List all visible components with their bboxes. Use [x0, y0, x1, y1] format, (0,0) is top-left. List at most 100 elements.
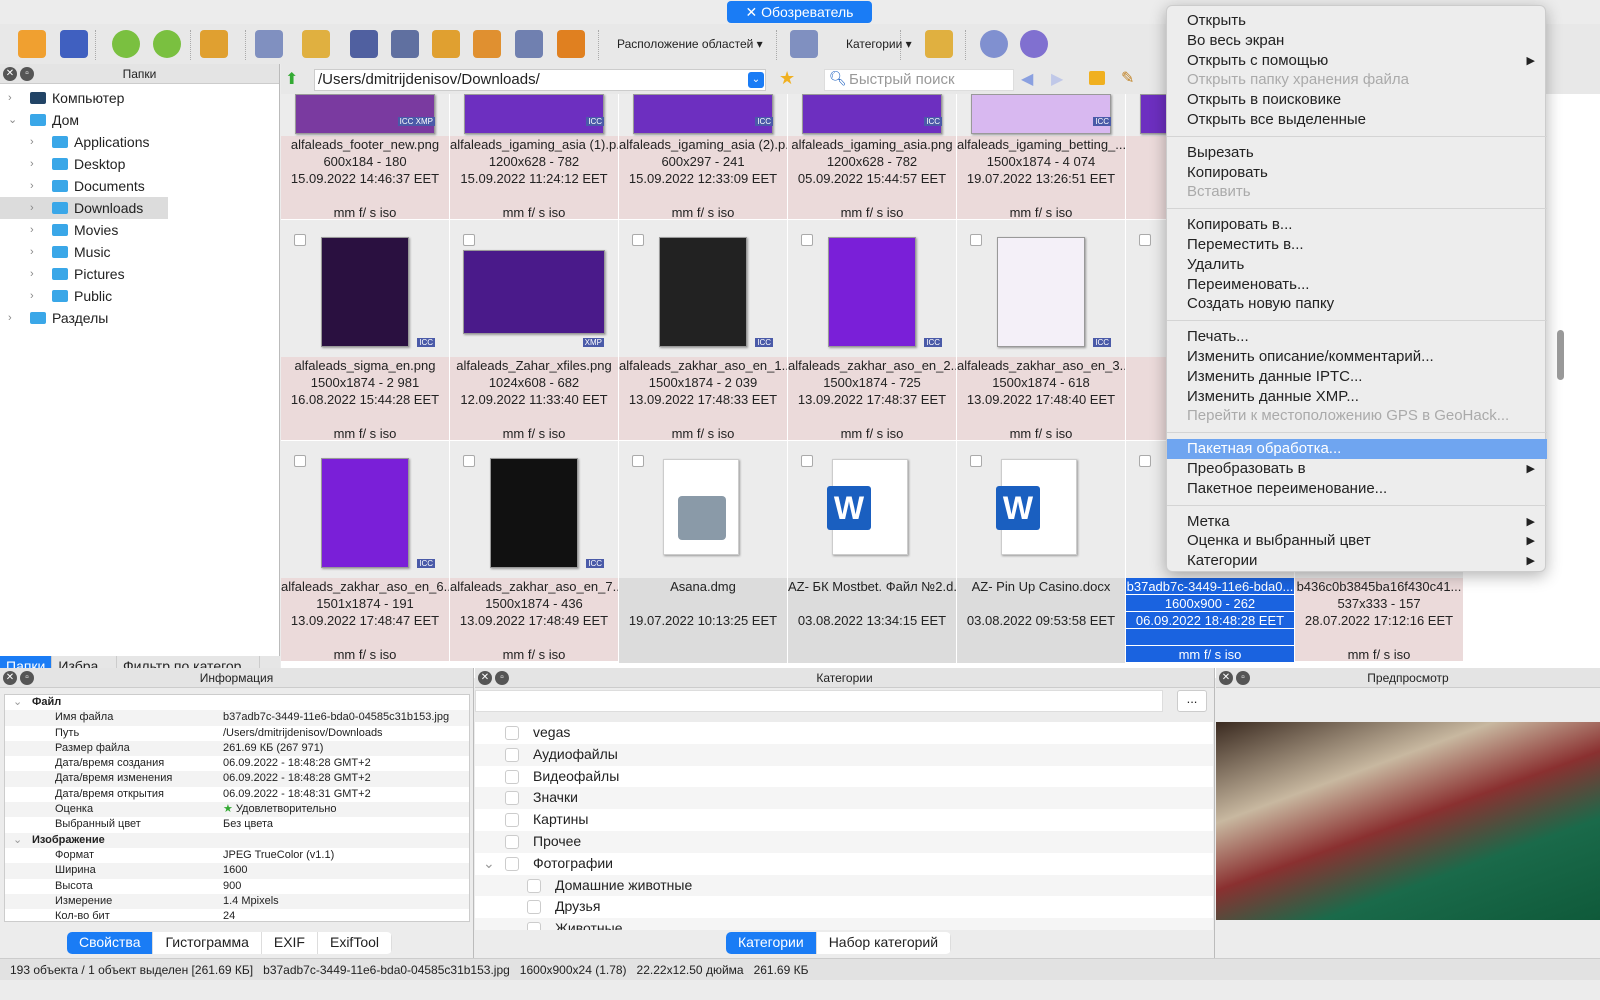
menu-item[interactable]: Переместить в... — [1167, 235, 1547, 255]
rotate-right-icon[interactable] — [153, 30, 181, 58]
chevron-icon[interactable]: › — [8, 87, 12, 109]
file-thumbnail[interactable]: ICC alfaleads_sigma_en.png 1500x1874 - 2 9… — [281, 220, 450, 441]
select-checkbox[interactable] — [294, 234, 306, 246]
select-checkbox[interactable] — [970, 455, 982, 467]
menu-item[interactable]: Метка ▶ — [1167, 512, 1547, 532]
convert-icon[interactable] — [200, 30, 228, 58]
folder-item[interactable]: ⌄ Дом — [0, 109, 279, 131]
copy-to-icon[interactable] — [432, 30, 460, 58]
chevron-icon[interactable]: › — [30, 197, 34, 219]
favorites-star-icon[interactable]: ★ — [779, 68, 795, 89]
new-folder-icon[interactable] — [1089, 71, 1105, 85]
restore-icon[interactable]: ▫ — [1236, 671, 1250, 685]
info-tab[interactable]: ExifTool — [318, 932, 393, 954]
select-checkbox[interactable] — [463, 234, 475, 246]
menu-item[interactable]: Преобразовать в ▶ — [1167, 459, 1547, 479]
category-checkbox[interactable] — [505, 769, 519, 784]
rating-icon[interactable] — [790, 30, 818, 58]
file-thumbnail[interactable]: ICC alfaleads_zakhar_aso_en_6.... 1501x187… — [281, 441, 450, 662]
chevron-icon[interactable]: › — [30, 153, 34, 175]
chevron-icon[interactable]: › — [30, 219, 34, 241]
chevron-icon[interactable]: › — [30, 285, 34, 307]
info-tab[interactable]: Гистограмма — [153, 932, 262, 954]
category-item[interactable]: Видеофайлы — [475, 766, 1213, 788]
quick-search-input[interactable]: Быстрый поиск — [824, 69, 1014, 91]
category-checkbox[interactable] — [505, 747, 519, 762]
close-icon[interactable]: ✕ — [478, 671, 492, 685]
more-button[interactable]: ... — [1177, 690, 1207, 712]
print-icon[interactable] — [391, 30, 419, 58]
menu-item[interactable]: Изменить данные IPTC... — [1167, 367, 1547, 387]
menu-item[interactable]: Открыть с помощью ▶ — [1167, 51, 1547, 71]
menu-item[interactable]: Оценка и выбранный цвет ▶ — [1167, 531, 1547, 551]
screenshot-icon[interactable] — [515, 30, 543, 58]
category-checkbox[interactable] — [505, 856, 519, 871]
file-thumbnail[interactable]: ICC alfaleads_igaming_asia (1).p... 1200x6… — [450, 94, 619, 220]
file-thumbnail[interactable]: Asana.dmg 19.07.2022 10:13:25 EET — [619, 441, 788, 663]
path-dropdown-button[interactable]: ⌄ — [748, 72, 764, 88]
file-thumbnail[interactable]: ICC alfaleads_zakhar_aso_en_2.... 1500x187… — [788, 220, 957, 441]
category-checkbox[interactable] — [527, 878, 541, 893]
folder-item[interactable]: › Разделы — [0, 307, 279, 329]
file-thumbnail[interactable]: XMP alfaleads_Zahar_xfiles.png 1024x608 - … — [450, 220, 619, 441]
go-up-icon[interactable]: ⬆ — [285, 69, 298, 89]
info-tab[interactable]: Свойства — [67, 932, 154, 954]
category-item[interactable]: Домашние животные — [475, 874, 1213, 897]
file-thumbnail[interactable]: ICC XMP alfaleads_footer_new.png 600x184 -… — [281, 94, 450, 220]
close-icon[interactable]: ✕ — [3, 67, 17, 81]
category-checkbox[interactable] — [505, 791, 519, 806]
category-item[interactable]: vegas — [475, 722, 1213, 744]
select-checkbox[interactable] — [632, 234, 644, 246]
info-icon[interactable] — [255, 30, 283, 58]
categories-dropdown[interactable]: Категории ▾ — [846, 37, 912, 51]
file-thumbnail[interactable]: W AZ- БК Mostbet. Файл №2.d... 03.08.2022 … — [788, 441, 957, 663]
file-thumbnail[interactable]: ICC alfaleads_igaming_asia.png 1200x628 - … — [788, 94, 957, 220]
folder-item[interactable]: › Public — [0, 285, 279, 307]
chevron-down-icon[interactable]: ⌄ — [13, 695, 22, 710]
menu-item[interactable]: Открыть в поисковике — [1167, 90, 1547, 110]
restore-icon[interactable]: ▫ — [495, 671, 509, 685]
file-thumbnail[interactable]: ICC alfaleads_zakhar_aso_en_7.... 1500x187… — [450, 441, 619, 662]
category-tab[interactable]: Категории — [726, 932, 817, 954]
category-checkbox[interactable] — [505, 813, 519, 828]
file-thumbnail[interactable]: ICC alfaleads_zakhar_aso_en_3.... 1500x187… — [957, 220, 1126, 441]
select-checkbox[interactable] — [294, 455, 306, 467]
category-item[interactable]: Прочее — [475, 830, 1213, 853]
select-checkbox[interactable] — [801, 234, 813, 246]
select-checkbox[interactable] — [1139, 455, 1151, 467]
menu-item[interactable]: Открыть — [1167, 11, 1547, 31]
folder-item[interactable]: › Applications — [0, 131, 279, 153]
menu-item[interactable]: Открыть все выделенные — [1167, 110, 1547, 130]
category-item[interactable]: Картины — [475, 809, 1213, 831]
menu-item[interactable]: Категории ▶ — [1167, 551, 1547, 571]
select-checkbox[interactable] — [1139, 234, 1151, 246]
move-icon[interactable] — [302, 30, 330, 58]
slideshow-icon[interactable] — [60, 30, 88, 58]
chevron-icon[interactable]: › — [30, 175, 34, 197]
category-checkbox[interactable] — [527, 922, 541, 930]
select-checkbox[interactable] — [632, 455, 644, 467]
menu-item[interactable]: Копировать в... — [1167, 215, 1547, 235]
back-arrow-icon[interactable]: ◀ — [1021, 69, 1033, 89]
find-icon[interactable] — [350, 30, 378, 58]
category-checkbox[interactable] — [505, 834, 519, 849]
slideshow-projector-icon[interactable] — [557, 30, 585, 58]
chevron-icon[interactable]: › — [8, 307, 12, 329]
file-thumbnail[interactable]: ICC alfaleads_igaming_betting_... 1500x187… — [957, 94, 1126, 220]
folder-item[interactable]: › Movies — [0, 219, 279, 241]
path-input[interactable]: /Users/dmitrijdenisov/Downloads/ — [314, 69, 766, 91]
menu-item[interactable]: Открыть папку хранения файла — [1167, 70, 1547, 90]
menu-item[interactable]: Пакетная обработка... — [1167, 439, 1547, 460]
compare-icon[interactable] — [925, 30, 953, 58]
menu-item[interactable]: Изменить описание/комментарий... — [1167, 347, 1547, 367]
restore-icon[interactable]: ▫ — [20, 671, 34, 685]
fullscreen-view-icon[interactable] — [18, 30, 46, 58]
rotate-left-icon[interactable] — [112, 30, 140, 58]
menu-item[interactable]: Копировать — [1167, 163, 1547, 183]
select-checkbox[interactable] — [801, 455, 813, 467]
chevron-down-icon[interactable]: ⌄ — [13, 833, 22, 848]
menu-item[interactable]: Печать... — [1167, 327, 1547, 347]
category-item[interactable]: Животные — [475, 918, 1213, 930]
move-to-icon[interactable] — [473, 30, 501, 58]
close-icon[interactable]: ✕ — [1219, 671, 1233, 685]
